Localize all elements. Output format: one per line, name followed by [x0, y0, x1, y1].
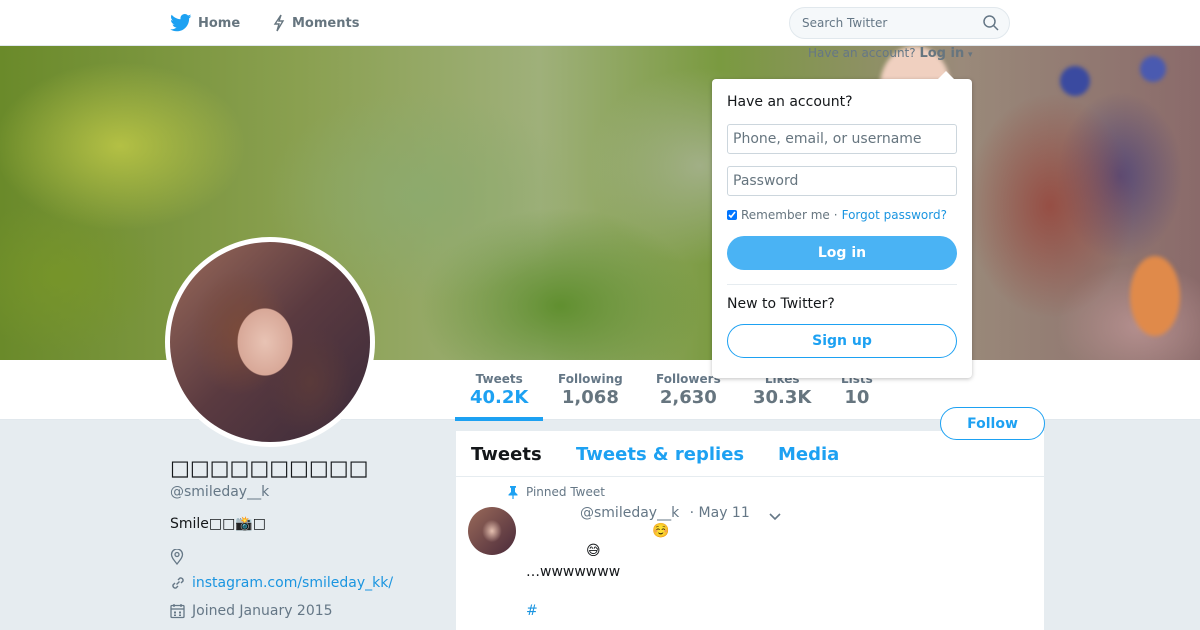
search-box [789, 7, 1010, 39]
profile-avatar[interactable] [165, 237, 375, 447]
stat-following[interactable]: Following 1,068 [558, 372, 623, 408]
stat-value: 40.2K [470, 387, 529, 408]
profile-joined: Joined January 2015 [170, 603, 333, 619]
separator: · [833, 208, 838, 222]
banner-decoration [1130, 256, 1180, 336]
nav-home-label: Home [198, 15, 241, 31]
remember-me-label: Remember me [741, 208, 830, 222]
nav-home[interactable]: Home [170, 0, 240, 46]
divider [727, 284, 957, 285]
password-field[interactable] [727, 166, 957, 196]
new-to-twitter-label: New to Twitter? [727, 296, 835, 312]
search-icon[interactable] [983, 15, 999, 35]
profile-website-link[interactable]: instagram.com/smileday_kk/ [192, 575, 393, 591]
tweet-hashtag[interactable]: # [526, 603, 538, 619]
stat-followers[interactable]: Followers 2,630 [656, 372, 721, 408]
profile-location [170, 549, 192, 565]
forgot-password-link[interactable]: Forgot password? [842, 208, 947, 222]
signup-button[interactable]: Sign up [727, 324, 957, 358]
tweet-date[interactable]: · May 11 [690, 505, 750, 521]
pin-icon [508, 485, 518, 499]
login-teaser-prefix: Have an account? [808, 46, 916, 60]
twitter-bird-icon [170, 14, 192, 32]
profile-name: □□□□□□□□□□ [170, 456, 369, 480]
nav-moments-label: Moments [292, 15, 360, 31]
active-stat-indicator [455, 417, 543, 421]
dropdown-title: Have an account? [727, 94, 853, 110]
lightning-icon [272, 14, 286, 32]
login-dropdown: Have an account? Remember me · Forgot pa… [712, 71, 972, 378]
tweet-header: @smileday__k · May 11 [580, 505, 750, 521]
remember-me-checkbox[interactable] [727, 210, 737, 220]
tweet-text: …wwwwwww [526, 564, 621, 580]
banner-decoration [1060, 66, 1090, 96]
timeline: Tweets Tweets & replies Media Pinned Twe… [456, 431, 1044, 630]
stat-value: 1,068 [561, 387, 619, 408]
stat-value: 2,630 [659, 387, 717, 408]
stat-label: Followers [656, 372, 721, 386]
search-input[interactable] [790, 8, 980, 38]
remember-row: Remember me · Forgot password? [727, 208, 947, 222]
stat-value: 30.3K [753, 387, 812, 408]
profile-joined-text: Joined January 2015 [192, 603, 333, 619]
tweet-handle[interactable]: @smileday__k [580, 505, 679, 521]
link-icon [170, 575, 186, 591]
tweet-emoji: ☺️ [652, 523, 670, 539]
login-teaser-link[interactable]: Log in [919, 46, 964, 61]
chevron-down-icon[interactable]: ▾ [968, 50, 973, 60]
dropdown-caret [938, 71, 954, 79]
stat-value: 10 [844, 387, 870, 408]
pinned-label-text: Pinned Tweet [526, 485, 605, 499]
tab-media[interactable]: Media [778, 444, 839, 465]
username-field[interactable] [727, 124, 957, 154]
stat-label: Following [558, 372, 623, 386]
top-navigation: Home Moments [0, 0, 1200, 46]
nav-moments[interactable]: Moments [272, 0, 359, 46]
profile-website: instagram.com/smileday_kk/ [170, 575, 393, 591]
tweet-emoji: 😅 [586, 543, 601, 559]
profile-bio: Smile□□📸□ [170, 516, 267, 532]
chevron-down-icon[interactable] [768, 507, 782, 526]
tweet-avatar[interactable] [468, 507, 516, 555]
stat-tweets[interactable]: Tweets 40.2K [470, 372, 528, 408]
avatar-photo [170, 242, 370, 442]
banner-decoration [1140, 56, 1166, 82]
location-pin-icon [170, 549, 186, 565]
login-teaser: Have an account? Log in ▾ [808, 46, 973, 61]
follow-button[interactable]: Follow [940, 407, 1045, 440]
login-button[interactable]: Log in [727, 236, 957, 270]
tab-tweets-and-replies[interactable]: Tweets & replies [576, 444, 744, 465]
tab-tweets[interactable]: Tweets [471, 444, 542, 465]
profile-handle: @smileday__k [170, 484, 270, 500]
pinned-tweet-label: Pinned Tweet [508, 485, 605, 499]
calendar-icon [170, 603, 186, 619]
stat-label: Tweets [475, 372, 523, 386]
